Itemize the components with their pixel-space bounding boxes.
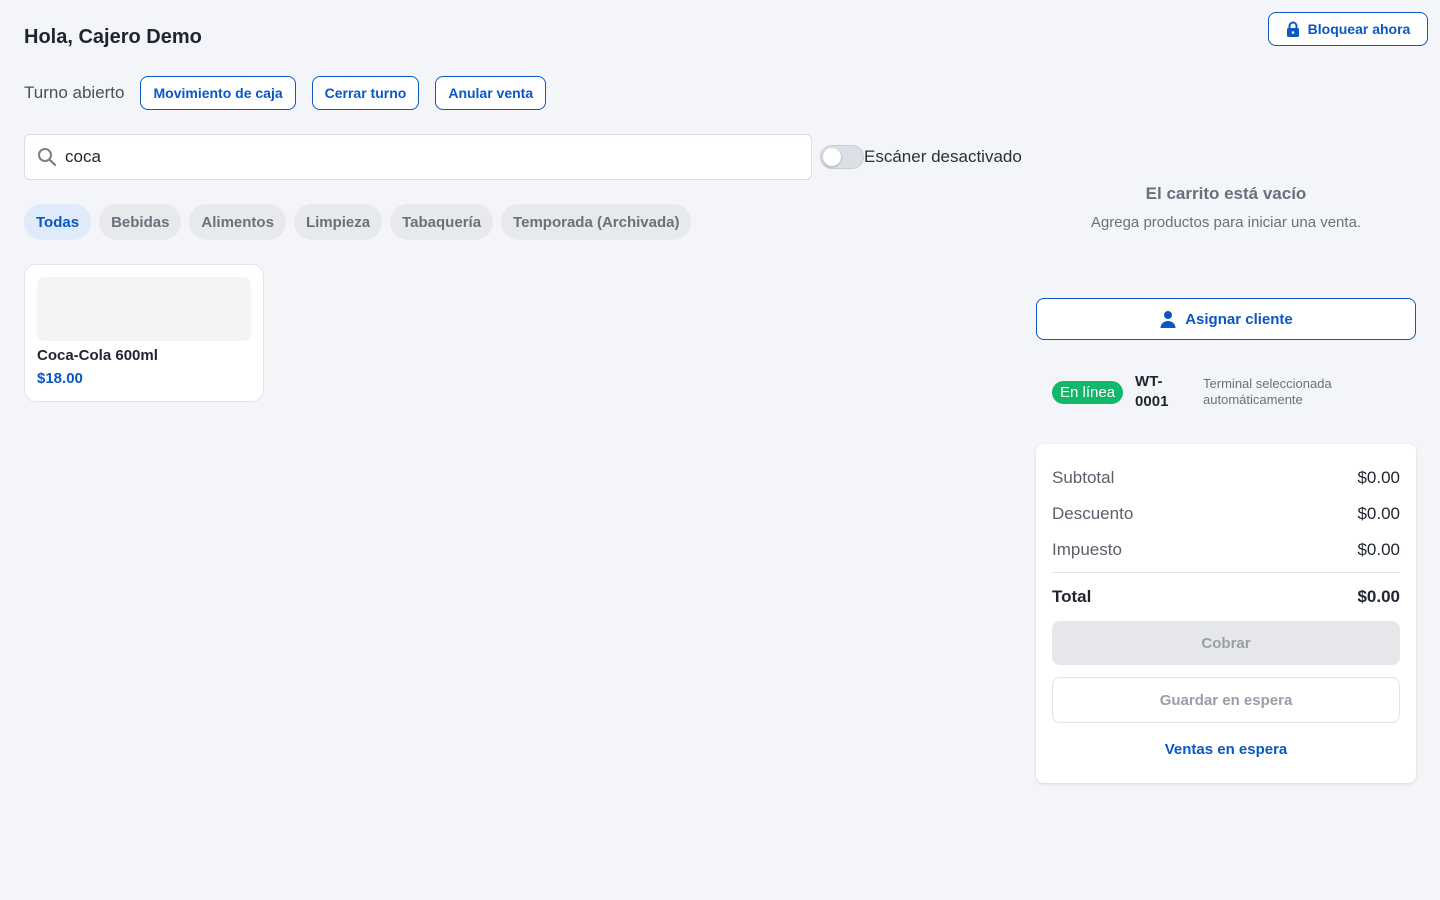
- assign-customer-button[interactable]: Asignar cliente: [1036, 298, 1416, 340]
- category-chip-limpieza[interactable]: Limpieza: [293, 204, 383, 240]
- terminal-note: Terminal seleccionada automáticamente: [1203, 376, 1332, 407]
- category-chip-todas[interactable]: Todas: [24, 204, 92, 240]
- product-card[interactable]: Coca-Cola 600ml $18.00: [24, 264, 264, 402]
- product-image-placeholder: [37, 277, 251, 341]
- category-chip-bebidas[interactable]: Bebidas: [99, 204, 182, 240]
- subtotal-value: $0.00: [1357, 468, 1400, 487]
- greeting-title: Hola, Cajero Demo: [24, 26, 202, 48]
- scanner-toggle-group: Escáner desactivado: [820, 145, 1022, 169]
- online-status-badge: En línea: [1052, 380, 1124, 404]
- summary-divider: [1052, 572, 1400, 573]
- terminal-info: En línea WT-0001 Terminal seleccionada a…: [1052, 372, 1412, 412]
- cash-movement-button[interactable]: Movimiento de caja: [140, 76, 296, 110]
- search-icon: [37, 147, 65, 167]
- scanner-label: Escáner desactivado: [864, 147, 1022, 166]
- cart-empty-subtitle: Agrega productos para iniciar una venta.: [1090, 214, 1362, 231]
- total-label: Total: [1052, 587, 1092, 606]
- close-shift-button[interactable]: Cerrar turno: [311, 76, 420, 110]
- scanner-toggle[interactable]: [820, 145, 864, 169]
- tax-row: Impuesto $0.00: [1052, 532, 1400, 568]
- discount-value: $0.00: [1357, 504, 1400, 523]
- product-price: $18.00: [37, 370, 83, 387]
- void-sale-button[interactable]: Anular venta: [435, 76, 547, 110]
- shift-status: Turno abierto: [24, 83, 125, 102]
- tax-value: $0.00: [1357, 540, 1400, 559]
- search-input[interactable]: [65, 147, 811, 167]
- shift-toolbar: Turno abierto Movimiento de caja Cerrar …: [24, 76, 562, 110]
- toggle-knob: [823, 148, 841, 166]
- category-chip-alimentos[interactable]: Alimentos: [189, 204, 286, 240]
- category-filter: Todas Bebidas Alimentos Limpieza Tabaque…: [24, 204, 692, 240]
- total-value: $0.00: [1357, 587, 1400, 606]
- lock-now-button[interactable]: Bloquear ahora: [1268, 12, 1428, 46]
- cart-empty-title: El carrito está vacío: [1145, 184, 1307, 203]
- category-chip-tabaqueria[interactable]: Tabaquería: [390, 204, 494, 240]
- discount-label: Descuento: [1052, 504, 1134, 523]
- lock-icon: [1286, 21, 1300, 37]
- lock-now-label: Bloquear ahora: [1307, 21, 1411, 37]
- total-row: Total $0.00: [1052, 579, 1400, 615]
- held-sales-link[interactable]: Ventas en espera: [1052, 741, 1400, 758]
- tax-label: Impuesto: [1052, 540, 1122, 559]
- hold-sale-button[interactable]: Guardar en espera: [1052, 677, 1400, 723]
- subtotal-row: Subtotal $0.00: [1052, 460, 1400, 496]
- subtotal-label: Subtotal: [1052, 468, 1115, 487]
- assign-customer-label: Asignar cliente: [1185, 310, 1293, 328]
- order-summary: Subtotal $0.00 Descuento $0.00 Impuesto …: [1036, 444, 1416, 783]
- product-name: Coca-Cola 600ml: [37, 347, 158, 364]
- category-chip-temporada[interactable]: Temporada (Archivada): [501, 204, 692, 240]
- pay-button[interactable]: Cobrar: [1052, 621, 1400, 665]
- user-icon: [1159, 310, 1177, 328]
- product-search: [24, 134, 812, 180]
- discount-row: Descuento $0.00: [1052, 496, 1400, 532]
- terminal-id: WT-0001: [1135, 373, 1169, 410]
